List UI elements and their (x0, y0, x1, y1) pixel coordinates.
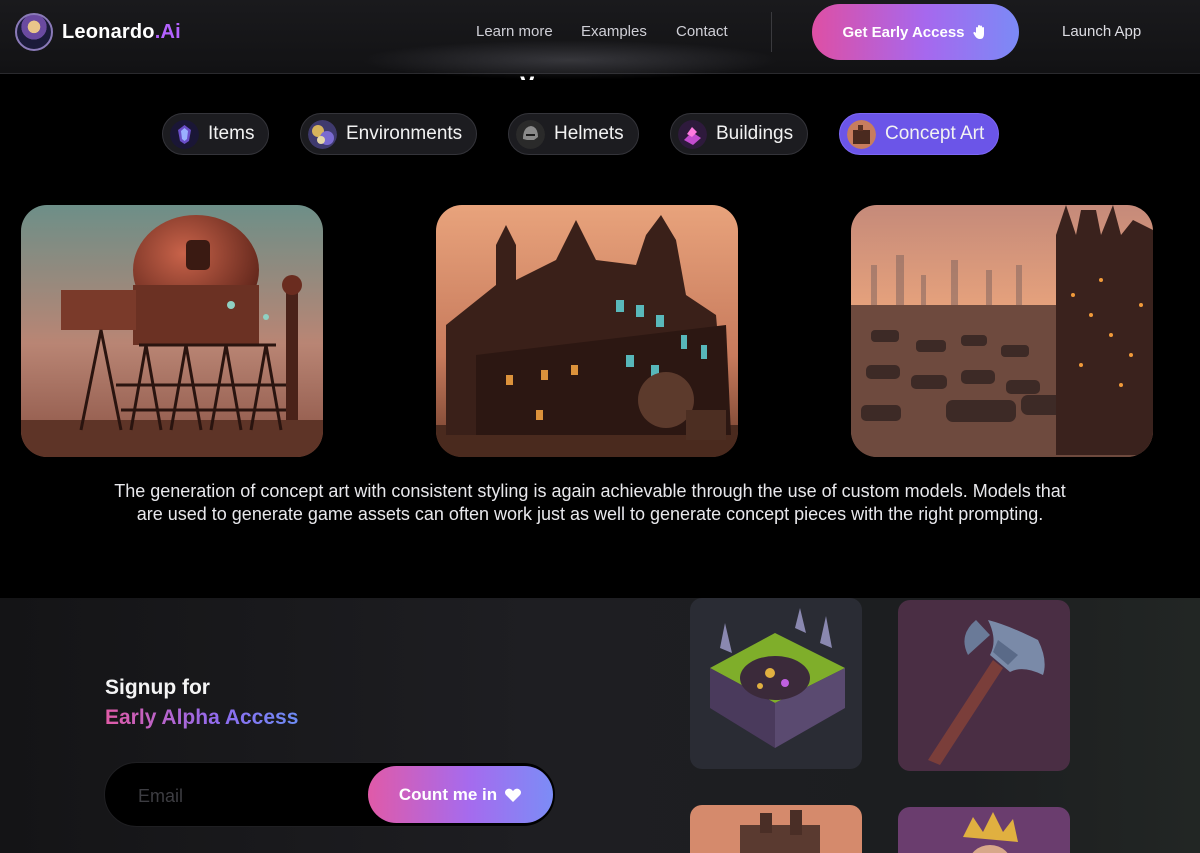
tab-items[interactable]: Items (162, 113, 270, 155)
count-me-in-label: Count me in (398, 784, 498, 804)
cta-label: Get Early Access (842, 23, 965, 41)
navbar-glow (360, 40, 780, 80)
environments-thumb-icon (308, 119, 337, 149)
logo-name: Leonardo (62, 20, 155, 43)
concept-art-image-observatory (21, 205, 323, 457)
logo-ai: Ai (160, 20, 181, 43)
concept-art-image-manor (436, 205, 738, 457)
tab-helmets[interactable]: Helmets (508, 113, 639, 155)
nav-divider (771, 12, 772, 52)
tab-buildings[interactable]: Buildings (670, 113, 809, 155)
tab-concept-art[interactable]: Concept Art (839, 113, 1000, 155)
heart-icon (505, 788, 522, 802)
showcase-tile-cave-environment (690, 598, 862, 769)
waving-hand-icon (972, 25, 984, 39)
get-early-access-button[interactable]: Get Early Access (812, 4, 1019, 60)
showcase-tile-queen-character (898, 807, 1070, 853)
concept-art-image-wasteland-city (851, 205, 1153, 457)
signup-subtitle: Early Alpha Access (105, 706, 299, 729)
logo-text: Leonardo.Ai (62, 21, 181, 44)
showcase-tile-castle (690, 805, 862, 853)
tab-label: Helmets (554, 123, 624, 144)
signup-title: Signup for (105, 676, 210, 699)
concept-art-description: The generation of concept art with consi… (114, 481, 1066, 524)
nav-link-learn-more[interactable]: Learn more (476, 23, 553, 40)
count-me-in-button[interactable]: Count me in (368, 766, 553, 823)
tab-label: Environments (346, 123, 463, 144)
category-tabs: Items Environments Helmets Buildings Con… (0, 113, 1200, 155)
showcase-tile-battle-axe (898, 600, 1070, 771)
helmets-thumb-icon (516, 119, 545, 149)
launch-app-link[interactable]: Launch App (1062, 23, 1141, 40)
top-navbar: Leonardo.Ai Learn more Examples Contact … (0, 0, 1200, 80)
nav-link-examples[interactable]: Examples (581, 23, 647, 40)
logo[interactable]: Leonardo.Ai (15, 13, 181, 51)
logo-avatar-icon (15, 13, 53, 51)
tab-label: Buildings (716, 123, 794, 144)
nav-link-contact[interactable]: Contact (676, 23, 728, 40)
tab-environments[interactable]: Environments (300, 113, 478, 155)
tab-label: Concept Art (885, 123, 985, 144)
items-thumb-icon (170, 119, 199, 149)
buildings-thumb-icon (678, 119, 707, 149)
tab-label: Items (208, 123, 255, 144)
concept-art-thumb-icon (847, 119, 876, 149)
email-input[interactable] (138, 783, 358, 809)
